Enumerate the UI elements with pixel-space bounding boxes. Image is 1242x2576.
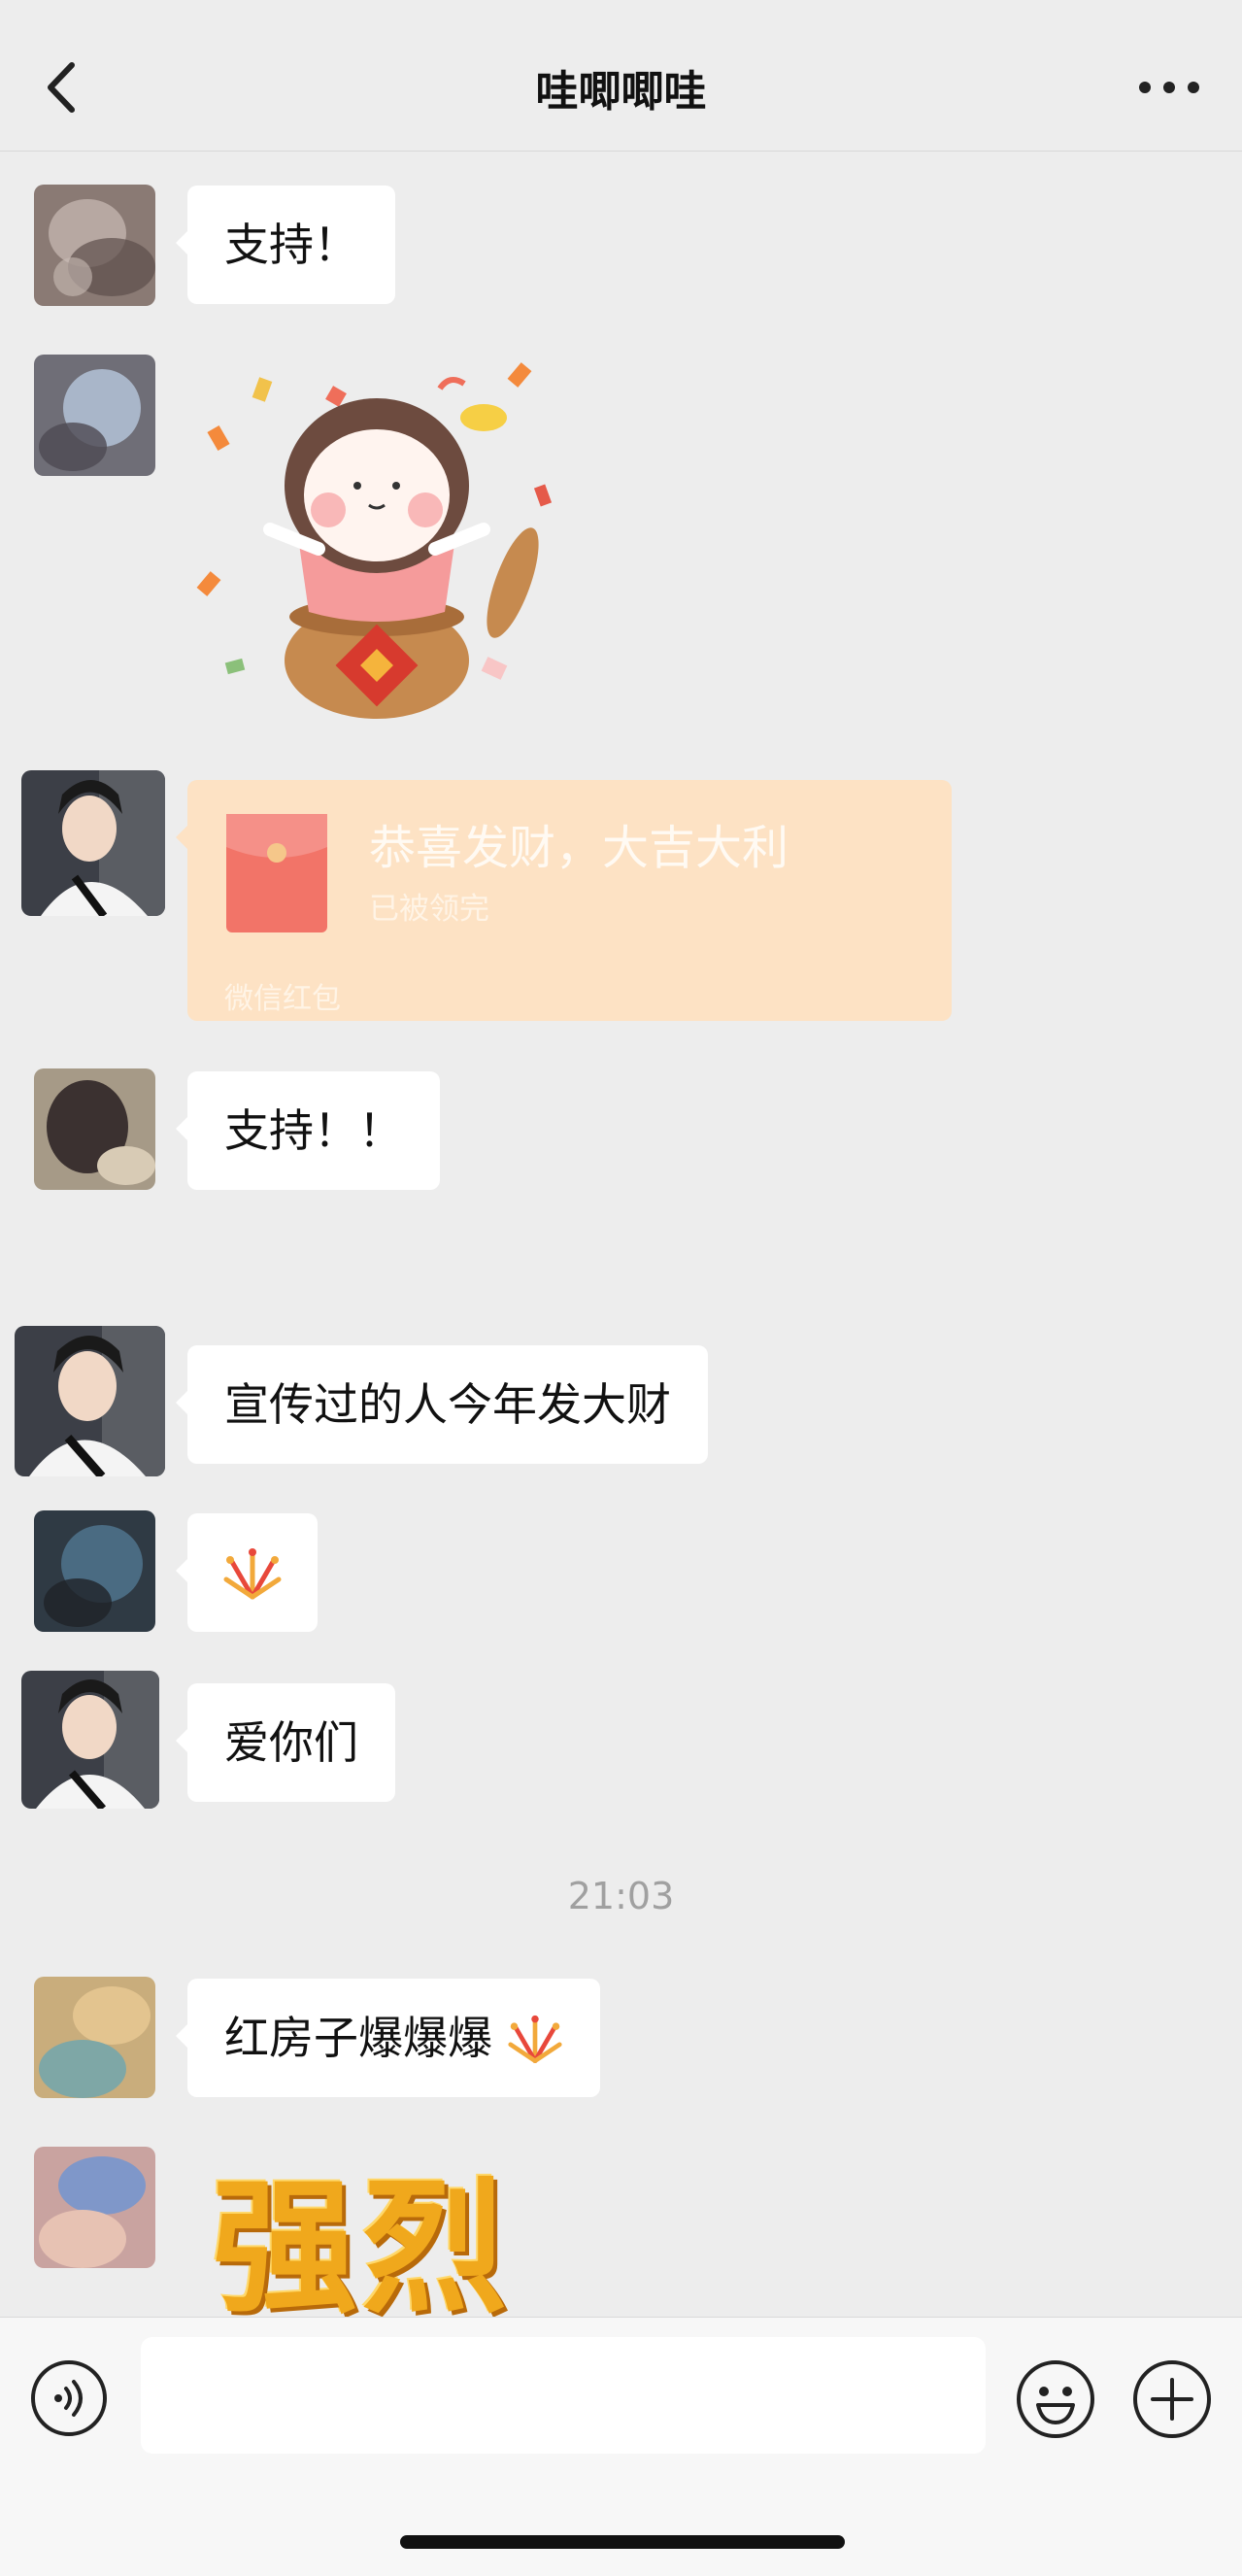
message-bubble[interactable] xyxy=(176,1513,318,1632)
chat-header: 哇唧唧哇 xyxy=(0,0,1242,152)
celebration-sticker[interactable] xyxy=(192,350,561,729)
avatar[interactable] xyxy=(34,1068,155,1190)
avatar[interactable] xyxy=(21,770,165,916)
message-text: 宣传过的人今年发大财 xyxy=(224,1378,671,1431)
message-text: 爱你们 xyxy=(224,1716,358,1769)
voice-icon xyxy=(31,2360,107,2436)
avatar[interactable] xyxy=(21,1671,159,1809)
avatar[interactable] xyxy=(34,1510,155,1632)
sticker-text: 强烈 xyxy=(212,2164,512,2317)
message-bubble[interactable]: 宣传过的人今年发大财 xyxy=(176,1345,708,1464)
home-indicator xyxy=(400,2535,845,2549)
emoji-icon xyxy=(1017,2360,1094,2438)
message-bubble[interactable]: 支持！！ xyxy=(176,1071,440,1190)
red-packet-status: 已被领完 xyxy=(369,892,489,927)
avatar[interactable] xyxy=(34,1977,155,2098)
red-envelope-icon xyxy=(226,814,327,932)
avatar[interactable] xyxy=(34,2147,155,2268)
avatar[interactable] xyxy=(15,1326,165,1476)
fireworks-icon xyxy=(223,1547,282,1599)
message-text: 支持！！ xyxy=(224,1104,403,1157)
fireworks-icon xyxy=(508,2015,562,2063)
emoji-button[interactable] xyxy=(1015,2358,1096,2440)
text-sticker[interactable]: 强烈 xyxy=(212,2142,581,2317)
plus-icon xyxy=(1133,2360,1211,2438)
voice-button[interactable] xyxy=(29,2358,109,2438)
red-packet[interactable]: 恭喜发财，大吉大利 已被领完 微信红包 xyxy=(176,780,952,1021)
more-options-button[interactable] xyxy=(1135,68,1203,107)
red-packet-label: 微信红包 xyxy=(224,982,341,1016)
message-bubble[interactable]: 爱你们 xyxy=(176,1683,395,1802)
message-text: 红房子爆爆爆 xyxy=(224,2012,492,2064)
message-input[interactable] xyxy=(141,2337,986,2454)
chat-title: 哇唧唧哇 xyxy=(535,67,707,117)
message-bubble[interactable]: 支持！ xyxy=(176,186,395,304)
ellipsis-icon xyxy=(1139,82,1199,93)
message-bubble[interactable]: 红房子爆爆爆 xyxy=(176,1979,600,2097)
timestamp: 21:03 xyxy=(567,1875,675,1917)
red-packet-title: 恭喜发财，大吉大利 xyxy=(369,821,789,875)
more-functions-button[interactable] xyxy=(1131,2358,1213,2440)
avatar[interactable] xyxy=(34,355,155,476)
avatar[interactable] xyxy=(34,185,155,306)
message-text: 支持！ xyxy=(224,219,358,271)
